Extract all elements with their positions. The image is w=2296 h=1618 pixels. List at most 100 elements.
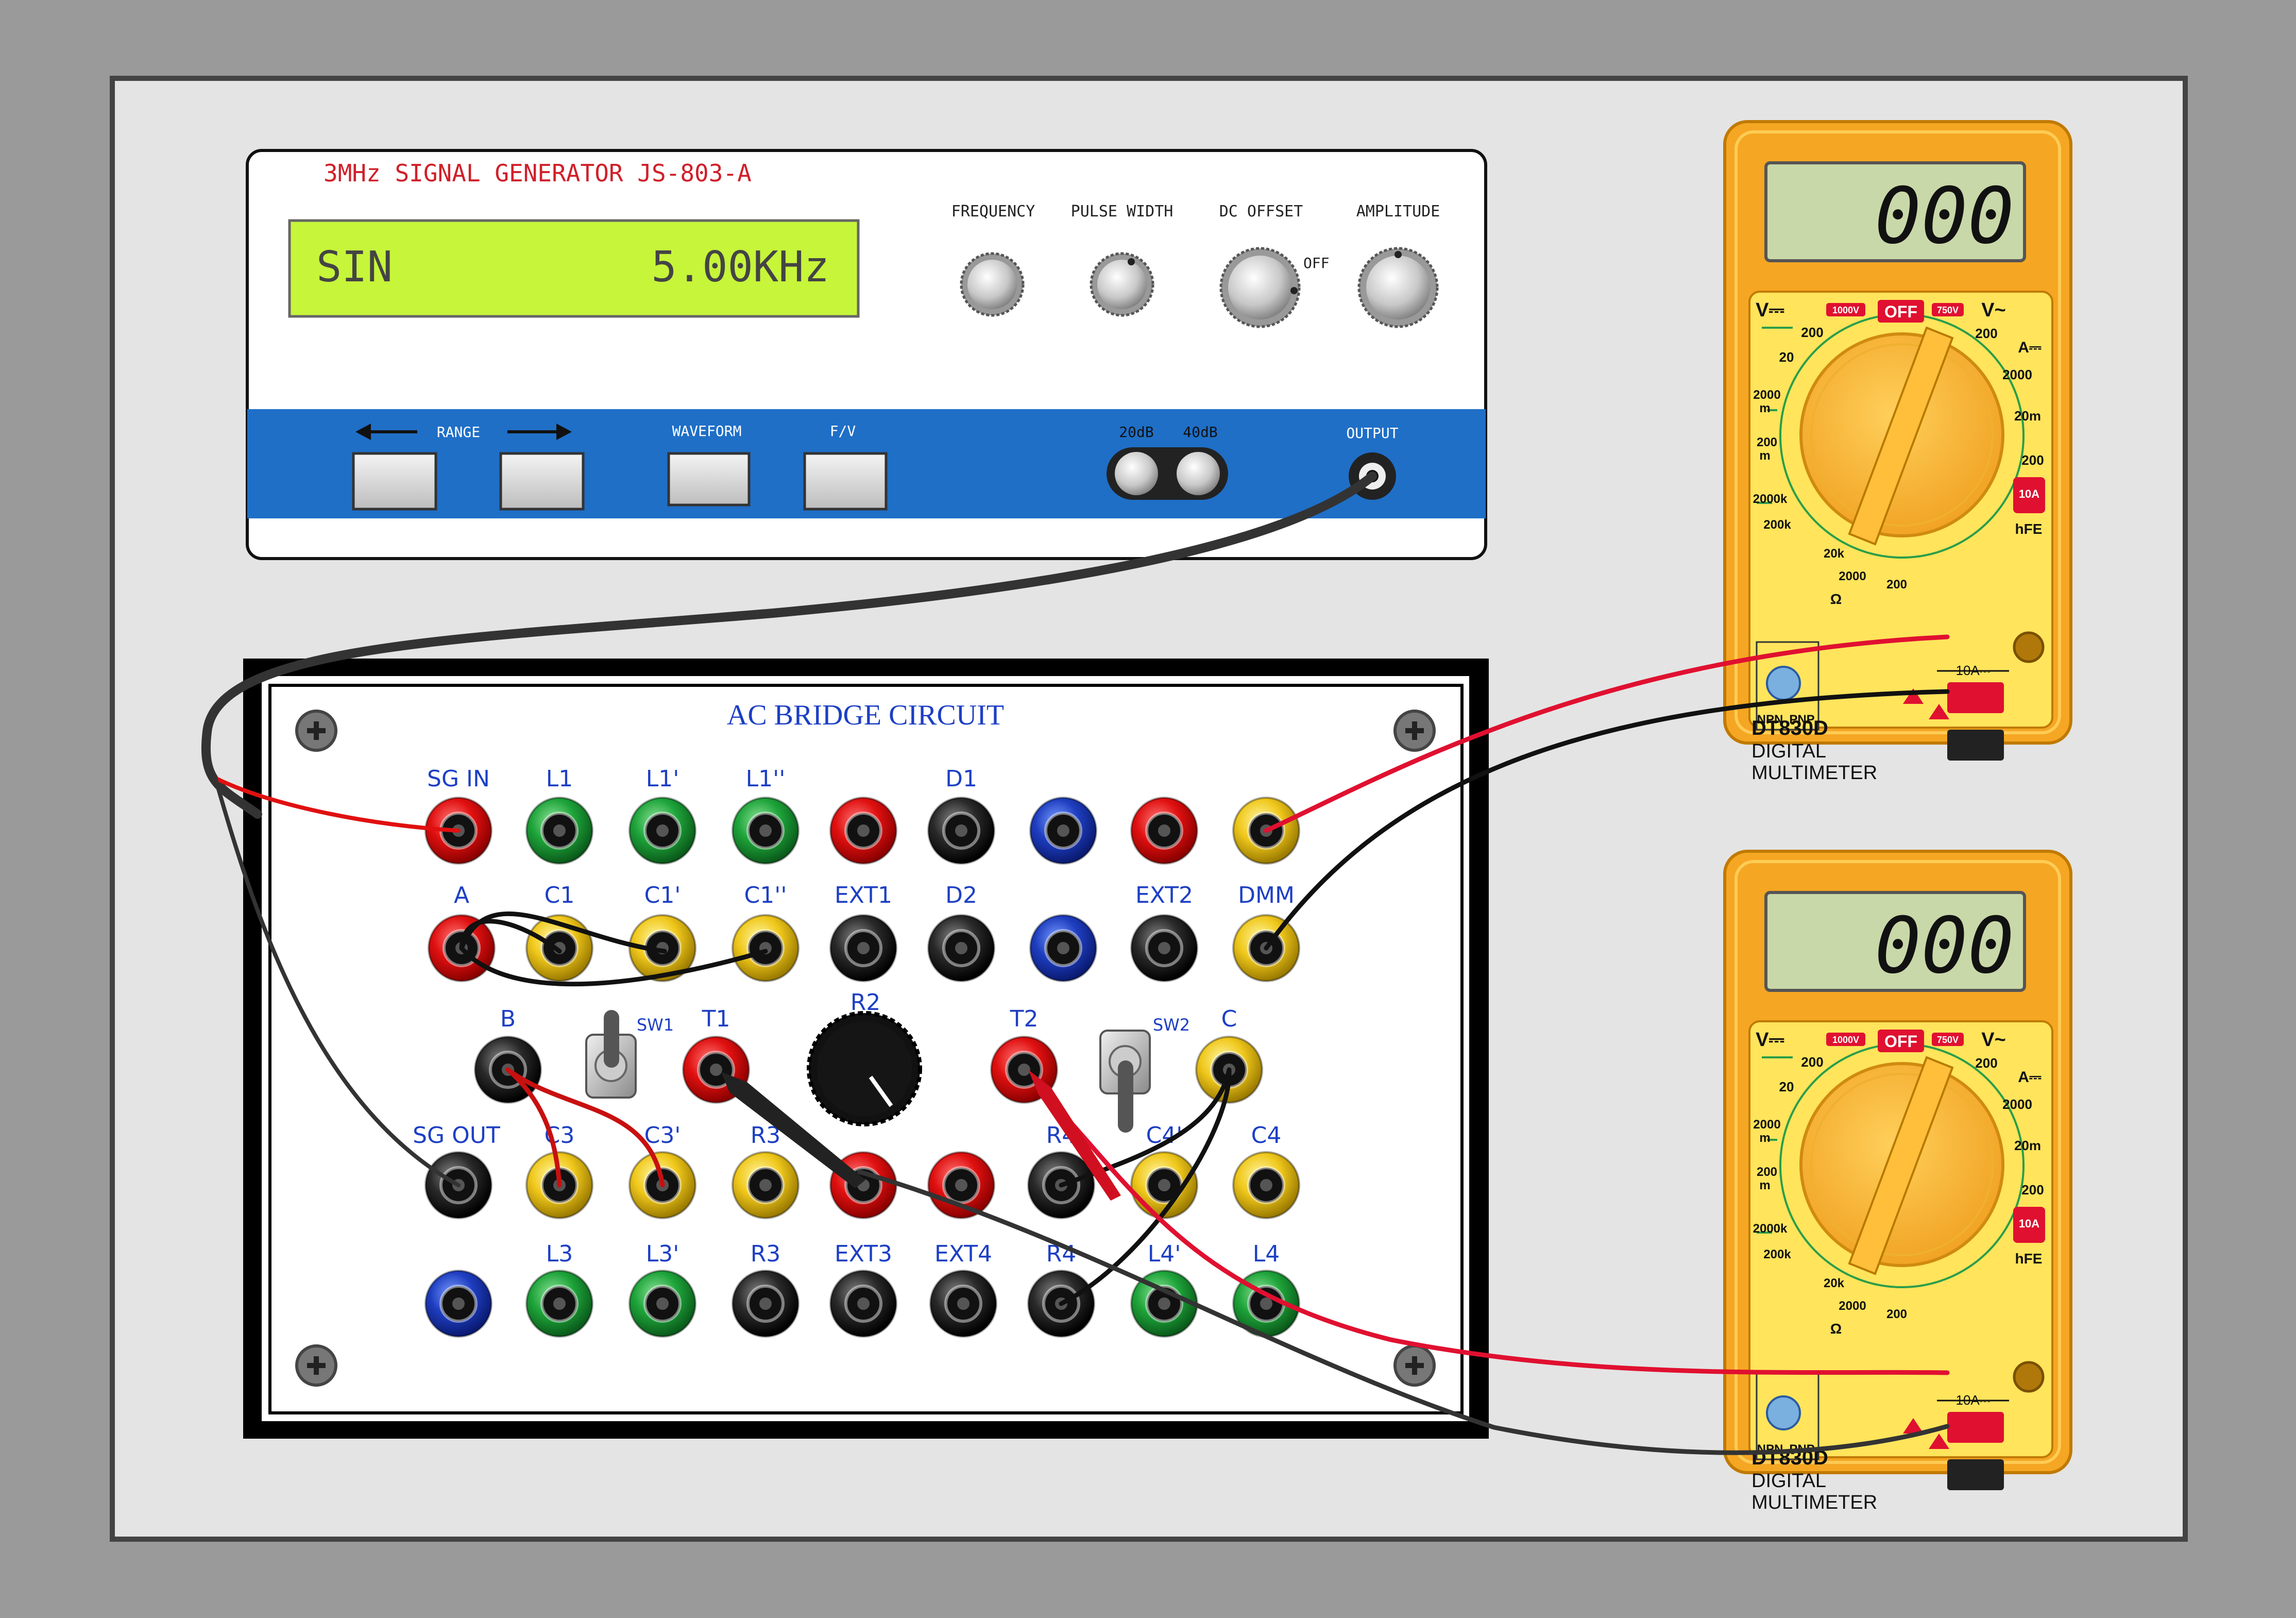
attenuator-40db-label: 40dB [1183,424,1217,441]
socket-l3-prime[interactable] [628,1270,696,1338]
dial-label-1000v: 1000V [1832,305,1859,315]
dial-label-vdc: V⎓ [1756,1029,1784,1051]
socket-c1-double-prime[interactable] [732,914,800,982]
attenuator-20db-label: 20dB [1119,424,1153,441]
socket-r4-mid[interactable] [927,1151,995,1219]
label-l1-prime: L1' [646,766,679,792]
amplitude-knob[interactable] [1357,247,1439,328]
dial-label-20: 20 [1779,1079,1794,1094]
label-d1: D1 [945,766,977,792]
meter-line2: MULTIMETER [1751,762,1877,784]
dial-label-hfe: hFE [2015,1251,2043,1267]
range-up-button[interactable] [499,452,585,511]
dial-label-200m: 200 [1757,435,1777,449]
meter-black-plug[interactable] [1947,1459,2004,1490]
socket-l1-double-prime[interactable] [732,797,800,865]
dial-label-2000: 2000 [1753,1118,1780,1132]
dial-label-a200: 200 [2021,452,2044,468]
dial-label-a200: 200 [2021,1182,2044,1198]
dial-label-750v: 750V [1937,1035,1959,1045]
socket-d2[interactable] [927,914,995,982]
dial-label-off: OFF [1884,1032,1917,1051]
socket-l1-prime[interactable] [628,797,696,865]
frequency-knob[interactable] [960,252,1025,317]
dial-label-off: OFF [1884,302,1917,321]
pulse-width-knob[interactable] [1090,252,1154,317]
socket-ext2[interactable] [1130,914,1198,982]
attenuator-40db-button[interactable] [1177,452,1220,495]
label-r3-bottom: R3 [751,1241,781,1267]
dial-label-200: 200 [1801,1054,1823,1070]
socket-ext4[interactable] [929,1270,997,1338]
socket-l1[interactable] [525,797,593,865]
socket-d1-blue[interactable] [1029,797,1097,865]
waveform-label: WAVEFORM [672,423,742,440]
label-t2: T2 [1010,1006,1039,1032]
meter-red-plug[interactable] [1947,682,2004,713]
label-t1: T1 [702,1006,730,1032]
label-c4: C4 [1251,1122,1282,1149]
dial-label-750v: 750V [1937,305,1959,315]
socket-d2-blue[interactable] [1029,914,1097,982]
board-title: AC BRIDGE CIRCUIT [727,699,1004,731]
dial-label-r2000: 2000 [1839,569,1866,583]
fv-button[interactable] [803,452,888,511]
dial-label-1000v: 1000V [1832,1035,1859,1045]
dial-label-ohm: Ω [1830,1321,1842,1337]
socket-d1[interactable] [927,797,995,865]
label-ext1: EXT1 [835,882,892,908]
label-l3: L3 [546,1241,573,1267]
label-r2: R2 [851,989,881,1016]
dial-label-20k: 20k [1824,1276,1845,1290]
dial-label-a2000: 2000 [2002,1097,2032,1112]
socket-blue-bottom[interactable] [424,1270,492,1338]
waveform-button[interactable] [667,452,751,507]
dial-label-ac200: 200 [1975,326,1997,341]
meter-10a-jack[interactable] [2013,631,2045,663]
dial-label-200k: 200k [1763,518,1791,532]
label-ext3: EXT3 [835,1241,892,1267]
meter-10a-jack[interactable] [2013,1361,2045,1393]
transistor-socket-icon [1766,1395,1801,1430]
socket-red-socket[interactable] [1130,797,1198,865]
knob-label-dc-offset: DC OFFSET [1219,203,1303,221]
label-c: C [1221,1006,1237,1032]
dial-label-2000: 2000 [1753,388,1780,402]
dial-label-a2000: 2000 [2002,367,2032,382]
screw-icon [295,1344,337,1387]
dial-label-vdc: V⎓ [1756,299,1784,321]
label-sg-in: SG IN [427,766,490,792]
screw-icon [295,710,337,752]
socket-ext1[interactable] [829,914,897,982]
meter-reading: 000 [1875,901,2014,991]
socket-ext3[interactable] [829,1270,897,1338]
dial-label-2000k: 2000k [1753,492,1788,506]
socket-r3-top[interactable] [732,1151,800,1219]
lab-workbench: 3MHz SIGNAL GENERATOR JS-803-A SIN 5.00K… [110,76,2188,1542]
meter-line2: MULTIMETER [1751,1492,1877,1513]
knob-label-amplitude: AMPLITUDE [1356,203,1440,221]
dial-label-m2: m [1759,1178,1770,1192]
multimeter-2: 000V⎓ OFF1000V 750V V~200202000m200m200A⎓20… [1723,850,2072,1513]
dial-label-vac: V~ [1981,1029,2006,1051]
label-sw1: SW1 [637,1015,674,1035]
signal-generator: 3MHz SIGNAL GENERATOR JS-803-A SIN 5.00K… [246,149,1487,560]
attenuator-20db-button[interactable] [1115,452,1158,495]
label-a: A [454,882,469,908]
socket-d1-anode[interactable] [829,797,897,865]
label-dmm: DMM [1238,882,1295,908]
r2-potentiometer-knob[interactable] [807,1011,922,1126]
label-ext4: EXT4 [934,1241,992,1267]
socket-c4[interactable] [1232,1151,1300,1219]
socket-l3[interactable] [525,1270,593,1338]
multimeter-1: 000V⎓ OFF1000V 750V V~200202000m200m200A⎓20… [1723,120,2072,784]
socket-r3-bottom[interactable] [732,1270,800,1338]
socket-c4-prime[interactable] [1130,1151,1198,1219]
range-label: RANGE [437,424,480,441]
range-down-button[interactable] [352,452,437,511]
label-sw2: SW2 [1153,1015,1190,1035]
meter-red-plug[interactable] [1947,1412,2004,1443]
meter-black-plug[interactable] [1947,730,2004,761]
dial-label-a20m: 20m [2014,408,2041,424]
dc-offset-knob[interactable] [1219,247,1301,328]
